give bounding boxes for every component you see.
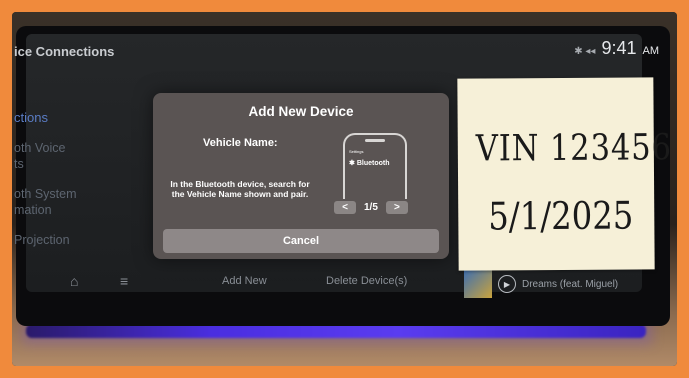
- note-vin: VIN 123456: [475, 127, 672, 170]
- phone-bluetooth-label: ✱ Bluetooth: [349, 160, 390, 167]
- sidebar-item-label: ts: [14, 157, 24, 171]
- ambient-light-strip: [26, 324, 646, 338]
- clock-time: 9:41: [601, 38, 637, 58]
- cancel-button[interactable]: Cancel: [163, 229, 439, 253]
- sidebar-item-projection[interactable]: Projection: [14, 232, 77, 248]
- play-icon[interactable]: ▶: [498, 275, 516, 293]
- clock-ampm: AM: [642, 45, 660, 57]
- phone-illustration: Settings ✱ Bluetooth: [343, 133, 407, 199]
- page-title: ice Connections: [14, 44, 115, 59]
- menu-icon[interactable]: ≡: [120, 273, 128, 289]
- sticky-note: VIN 123456 5/1/2025: [457, 77, 672, 271]
- delete-devices-button[interactable]: Delete Device(s): [326, 275, 407, 287]
- note-date: 5/1/2025: [488, 193, 634, 239]
- sidebar: ctions oth Voice ts oth System mation Pr…: [14, 110, 77, 262]
- sidebar-item-voice[interactable]: oth Voice ts: [14, 140, 77, 172]
- home-icon[interactable]: ⌂: [70, 273, 78, 289]
- sidebar-item-label: oth Voice: [14, 141, 66, 155]
- sidebar-item-label: oth System: [14, 187, 77, 201]
- step-pager: < 1/5 >: [334, 201, 408, 214]
- previous-step-button[interactable]: <: [334, 201, 356, 214]
- step-indicator: 1/5: [364, 202, 378, 213]
- signal-icon: ✱ ◂◂: [574, 46, 596, 57]
- media-player[interactable]: ▶ Dreams (feat. Miguel): [464, 270, 622, 298]
- add-new-button[interactable]: Add New: [222, 275, 267, 287]
- phone-settings-label: Settings: [349, 149, 364, 154]
- next-step-button[interactable]: >: [385, 201, 408, 214]
- pairing-instructions: In the Bluetooth device, search for the …: [170, 179, 310, 199]
- sidebar-item-system-info[interactable]: oth System mation: [14, 186, 77, 218]
- now-playing-title: Dreams (feat. Miguel): [522, 278, 619, 290]
- vehicle-name-label: Vehicle Name:: [203, 137, 278, 149]
- photo-frame: ice Connections ✱ ◂◂ 9:41 AM ctions oth …: [12, 12, 677, 366]
- sidebar-item-label: mation: [14, 203, 52, 217]
- sidebar-item-connections[interactable]: ctions: [14, 110, 77, 126]
- add-device-dialog: Add New Device Vehicle Name: In the Blue…: [153, 93, 449, 259]
- phone-notch: [365, 139, 385, 142]
- album-art: [464, 270, 492, 298]
- bluetooth-text: Bluetooth: [356, 160, 390, 167]
- status-bar: ✱ ◂◂ 9:41 AM: [574, 38, 659, 59]
- dialog-title: Add New Device: [248, 104, 354, 119]
